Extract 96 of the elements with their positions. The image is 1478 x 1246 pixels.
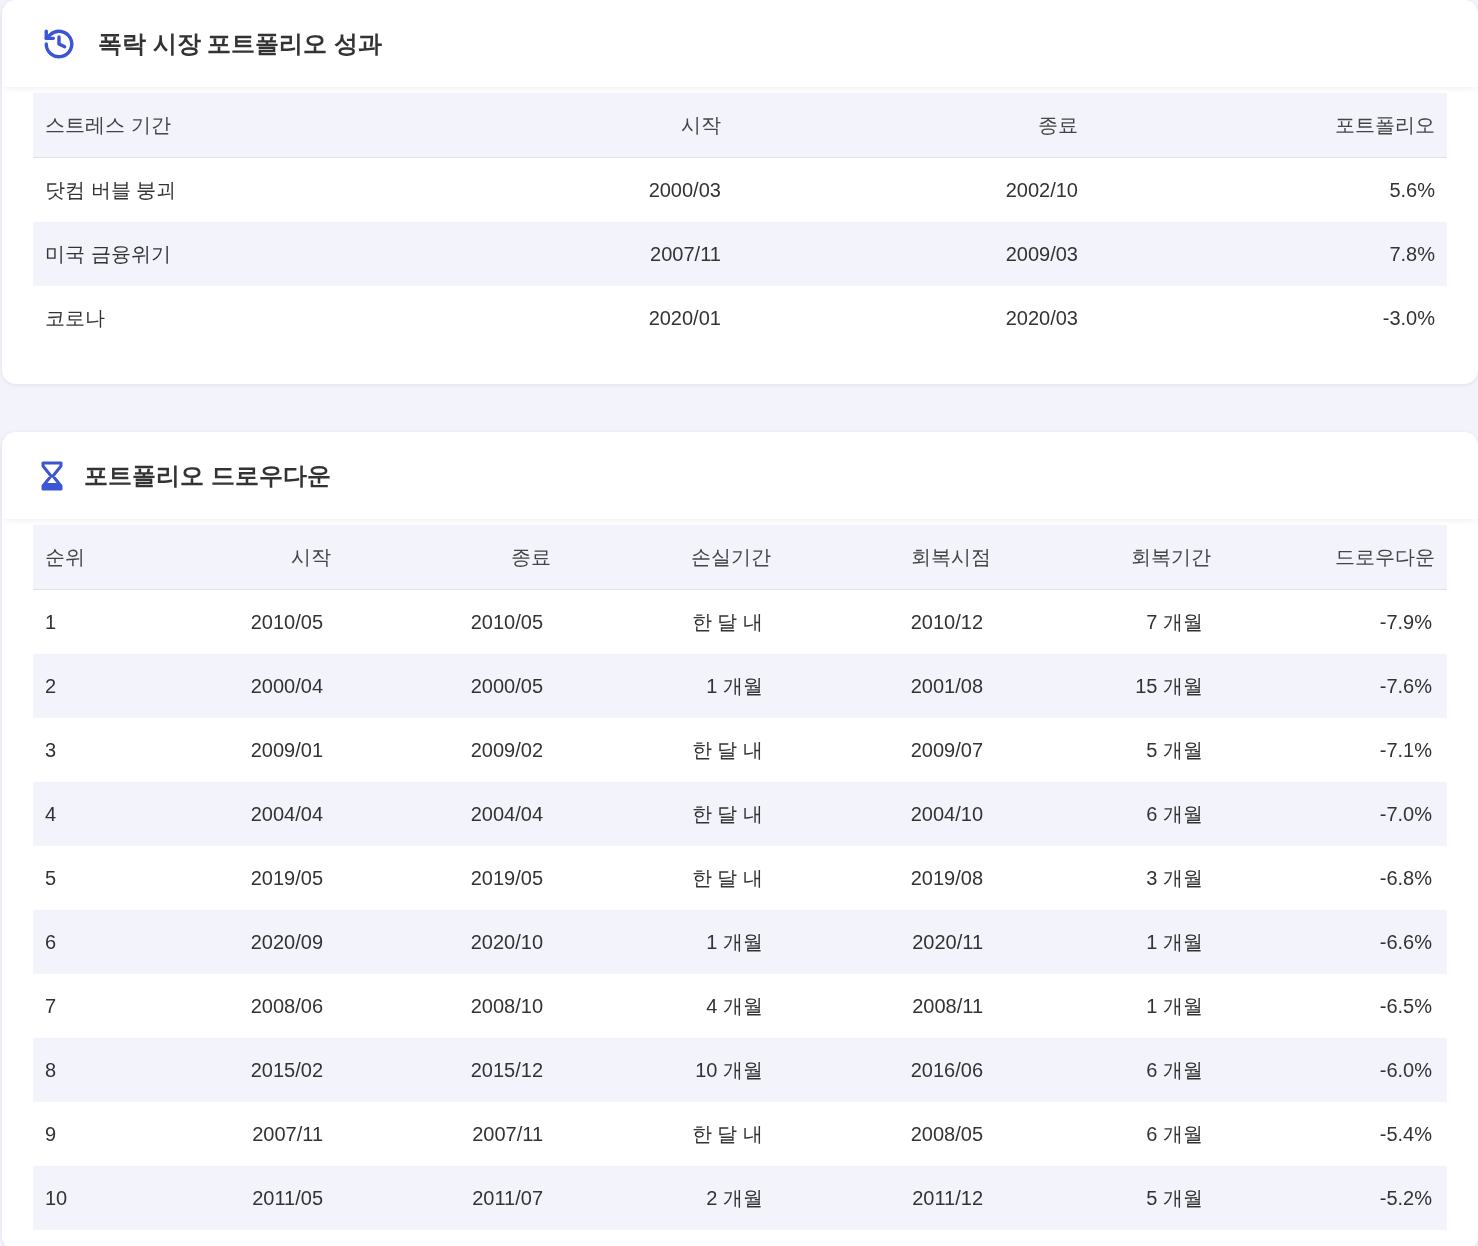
panel-title: 폭락 시장 포트폴리오 성과	[98, 28, 382, 59]
table-cell: 1 개월	[563, 654, 783, 718]
table-cell: -7.0%	[1223, 782, 1447, 846]
table-cell: 2008/05	[783, 1102, 1003, 1166]
table-cell: 닷컴 버블 붕괴	[33, 157, 376, 222]
column-header: 회복시점	[783, 525, 1003, 590]
table-cell: 1 개월	[1003, 974, 1223, 1038]
table-cell: 2016/06	[783, 1038, 1003, 1102]
column-header: 스트레스 기간	[33, 93, 376, 158]
table-cell: 5	[33, 846, 123, 910]
table-cell: 2015/02	[123, 1038, 343, 1102]
table-cell: 2000/04	[123, 654, 343, 718]
table-cell: 10 개월	[563, 1038, 783, 1102]
table-cell: 2020/09	[123, 910, 343, 974]
table-cell: 2015/12	[343, 1038, 563, 1102]
table-cell: 7.8%	[1089, 222, 1447, 286]
column-header: 순위	[33, 525, 123, 590]
table-cell: 5.6%	[1089, 157, 1447, 222]
table-cell: 2020/03	[732, 286, 1090, 350]
table-cell: 2008/10	[343, 974, 563, 1038]
table-cell: 2019/08	[783, 846, 1003, 910]
table-cell: -7.9%	[1223, 589, 1447, 654]
table-cell: 1	[33, 589, 123, 654]
table-cell: 2002/10	[732, 157, 1090, 222]
table-cell: 15 개월	[1003, 654, 1223, 718]
column-header: 포트폴리오	[1089, 93, 1447, 158]
table-cell: 6	[33, 910, 123, 974]
table-cell: 8	[33, 1038, 123, 1102]
table-cell: 6 개월	[1003, 782, 1223, 846]
table-cell: -3.0%	[1089, 286, 1447, 350]
table-cell: -5.4%	[1223, 1102, 1447, 1166]
table-cell: 2010/05	[123, 589, 343, 654]
table-cell: 한 달 내	[563, 1102, 783, 1166]
table-cell: 미국 금융위기	[33, 222, 376, 286]
table-cell: 2000/03	[375, 157, 733, 222]
table-cell: 2000/05	[343, 654, 563, 718]
table-cell: 4	[33, 782, 123, 846]
table-cell: 2019/05	[343, 846, 563, 910]
table-cell: 7 개월	[1003, 589, 1223, 654]
table-cell: 3	[33, 718, 123, 782]
table-cell: 2011/12	[783, 1166, 1003, 1230]
table-cell: -7.6%	[1223, 654, 1447, 718]
table-cell: 2 개월	[563, 1166, 783, 1230]
panel-title: 포트폴리오 드로우다운	[84, 460, 331, 491]
table-cell: 2004/10	[783, 782, 1003, 846]
table-cell: -6.0%	[1223, 1038, 1447, 1102]
table-cell: 2009/03	[732, 222, 1090, 286]
table-cell: 3 개월	[1003, 846, 1223, 910]
column-header: 손실기간	[563, 525, 783, 590]
column-header: 시작	[375, 93, 733, 158]
table-cell: 2020/01	[375, 286, 733, 350]
table-cell: 2	[33, 654, 123, 718]
table-cell: 2007/11	[375, 222, 733, 286]
table-cell: 2011/05	[123, 1166, 343, 1230]
table-cell: 한 달 내	[563, 782, 783, 846]
table-cell: 한 달 내	[563, 846, 783, 910]
table-cell: 2007/11	[123, 1102, 343, 1166]
table-cell: 2004/04	[123, 782, 343, 846]
column-header: 종료	[732, 93, 1090, 158]
table-cell: 2004/04	[343, 782, 563, 846]
table-cell: 2009/01	[123, 718, 343, 782]
table-cell: 코로나	[33, 286, 376, 350]
table-cell: 1 개월	[563, 910, 783, 974]
table-cell: 1 개월	[1003, 910, 1223, 974]
hourglass-icon	[40, 459, 64, 492]
column-header: 드로우다운	[1223, 525, 1447, 590]
table-cell: -6.8%	[1223, 846, 1447, 910]
table-cell: 2011/07	[343, 1166, 563, 1230]
table-cell: 2008/11	[783, 974, 1003, 1038]
table-cell: 2010/12	[783, 589, 1003, 654]
table-cell: 2019/05	[123, 846, 343, 910]
table-cell: 2020/10	[343, 910, 563, 974]
table-cell: 4 개월	[563, 974, 783, 1038]
table-cell: 7	[33, 974, 123, 1038]
table-cell: 6 개월	[1003, 1038, 1223, 1102]
table-cell: 2008/06	[123, 974, 343, 1038]
column-header: 종료	[343, 525, 563, 590]
table-cell: 5 개월	[1003, 1166, 1223, 1230]
table-cell: 2001/08	[783, 654, 1003, 718]
table-cell: 2010/05	[343, 589, 563, 654]
table-cell: 한 달 내	[563, 718, 783, 782]
table-cell: 9	[33, 1102, 123, 1166]
column-header: 시작	[123, 525, 343, 590]
column-header: 회복기간	[1003, 525, 1223, 590]
table-cell: -5.2%	[1223, 1166, 1447, 1230]
table-cell: 한 달 내	[563, 589, 783, 654]
table-cell: 2009/02	[343, 718, 563, 782]
table-cell: -6.5%	[1223, 974, 1447, 1038]
table-cell: -6.6%	[1223, 910, 1447, 974]
table-cell: -7.1%	[1223, 718, 1447, 782]
table-cell: 2007/11	[343, 1102, 563, 1166]
table-cell: 10	[33, 1166, 123, 1230]
table-cell: 2009/07	[783, 718, 1003, 782]
table-cell: 5 개월	[1003, 718, 1223, 782]
table-cell: 2020/11	[783, 910, 1003, 974]
table-cell: 6 개월	[1003, 1102, 1223, 1166]
